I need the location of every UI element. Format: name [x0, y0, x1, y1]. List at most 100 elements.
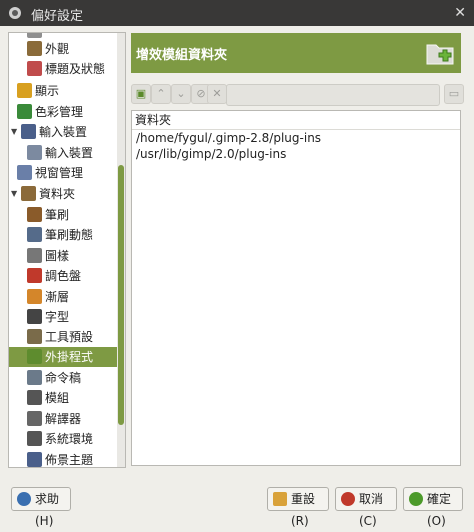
- sidebar-item-label: 命令稿: [45, 371, 82, 385]
- folder-row[interactable]: /usr/lib/gimp/2.0/plug-ins: [132, 146, 460, 162]
- sidebar-item[interactable]: 輸入裝置: [9, 143, 125, 163]
- display-icon: [17, 83, 32, 98]
- sidebar-item-label: 輸入裝置: [39, 125, 88, 139]
- sidebar-item[interactable]: 命令稿: [9, 368, 125, 388]
- input-devices-icon: [21, 124, 36, 139]
- sidebar-item[interactable]: 色彩管理: [9, 102, 125, 122]
- folders-icon: [21, 186, 36, 201]
- add-folder-button[interactable]: ▣: [131, 84, 151, 104]
- title-status-icon: [27, 61, 42, 76]
- font-icon: [27, 309, 42, 324]
- sidebar-item-label: 漸層: [45, 290, 70, 304]
- clear-icon: ✕: [212, 87, 222, 100]
- sidebar-item-label: 顯示: [35, 84, 60, 98]
- tree-scrollbar[interactable]: [117, 33, 125, 467]
- sidebar-item-label: 筆刷動態: [45, 228, 94, 242]
- color-management-icon: [17, 104, 32, 119]
- gradient-icon: [27, 289, 42, 304]
- sidebar-item-label: 外觀: [45, 42, 70, 56]
- input-device-icon: [27, 145, 42, 160]
- sidebar-item[interactable]: 筆刷: [9, 205, 125, 225]
- sidebar-item-label: 解譯器: [45, 412, 82, 426]
- browse-button[interactable]: ▭: [444, 84, 464, 104]
- sidebar-item[interactable]: 調色盤: [9, 266, 125, 286]
- close-icon[interactable]: ✕: [454, 5, 466, 21]
- cancel-button[interactable]: 取消(C): [335, 487, 397, 528]
- reset-icon: [273, 492, 287, 506]
- script-icon: [27, 370, 42, 385]
- sidebar-item-label: 調色盤: [45, 269, 82, 283]
- modules-icon: [27, 390, 42, 405]
- window-titlebar: 偏好設定 ✕: [0, 0, 474, 26]
- cancel-icon: [341, 492, 355, 506]
- browse-icon: ▭: [448, 87, 460, 100]
- themes-icon: [27, 452, 42, 467]
- sidebar-item-label: 系統環境: [45, 432, 94, 446]
- window-management-icon: [17, 165, 32, 180]
- sidebar-item-label: 佈景主題: [45, 453, 94, 467]
- move-down-button[interactable]: ⌄: [171, 84, 191, 104]
- sidebar-item[interactable]: 外觀: [9, 39, 125, 59]
- reset-button[interactable]: 重設(R): [267, 487, 329, 528]
- folder-list[interactable]: 資料夾 /home/fygul/.gimp-2.8/plug-ins /usr/…: [131, 110, 461, 466]
- sidebar-item-label: 模組: [45, 391, 70, 405]
- sidebar-item[interactable]: 模組: [9, 388, 125, 408]
- sidebar-item-label: 外掛程式: [45, 350, 94, 364]
- sidebar-item[interactable]: 視窗管理: [9, 163, 125, 183]
- appearance-icon: [27, 41, 42, 56]
- expander-arrow-icon[interactable]: ▼: [11, 122, 17, 142]
- sidebar-item[interactable]: 佈景主題: [9, 450, 125, 467]
- sidebar-item[interactable]: 解譯器: [9, 409, 125, 429]
- move-up-button[interactable]: ⌃: [151, 84, 171, 104]
- window-title: 偏好設定: [31, 9, 84, 24]
- brush-icon: [27, 207, 42, 222]
- folder-toolbar: ▣ ⌃ ⌄ ⊘ ✕ ▭: [131, 84, 464, 106]
- sidebar-item-label: 輸入裝置: [45, 146, 94, 160]
- sidebar-item[interactable]: 工具預設: [9, 327, 125, 347]
- environment-icon: [27, 431, 42, 446]
- interpreters-icon: [27, 411, 42, 426]
- move-down-icon: ⌄: [176, 87, 186, 100]
- sidebar-item[interactable]: 圖樣: [9, 246, 125, 266]
- move-up-icon: ⌃: [156, 87, 166, 100]
- sidebar-item[interactable]: 字型: [9, 307, 125, 327]
- sidebar-item[interactable]: 標題及狀態: [9, 59, 125, 79]
- sidebar-item[interactable]: ▼ 輸入裝置: [9, 122, 125, 142]
- folder-column-header[interactable]: 資料夾: [132, 111, 460, 130]
- interface-icon: [27, 33, 42, 38]
- tree-scrollbar-thumb[interactable]: [118, 165, 124, 425]
- dynamics-icon: [27, 227, 42, 242]
- help-icon: [17, 492, 31, 506]
- plugin-folder-icon: [426, 44, 454, 65]
- expander-arrow-icon[interactable]: ▼: [11, 184, 17, 204]
- sidebar-item[interactable]: 顯示: [9, 81, 125, 101]
- section-header: 增效模組資料夾: [131, 33, 461, 73]
- clear-button[interactable]: ✕: [207, 84, 227, 104]
- section-title: 增效模組資料夾: [136, 48, 228, 63]
- folder-path-input[interactable]: [226, 84, 440, 106]
- sidebar-item[interactable]: 外掛程式: [9, 347, 125, 367]
- sidebar-item-label: 視窗管理: [35, 166, 84, 180]
- sidebar-item-label: 工具預設: [45, 330, 94, 344]
- sidebar-item[interactable]: ▼ 資料夾: [9, 184, 125, 204]
- preferences-category-tree[interactable]: 外觀 標題及狀態 顯示 色彩管理 ▼ 輸入裝置 輸入裝置 視窗管理 ▼ 資料夾 筆刷 筆刷動態 圖樣 調色…: [8, 32, 126, 468]
- sidebar-item[interactable]: 系統環境: [9, 429, 125, 449]
- tool-presets-icon: [27, 329, 42, 344]
- ok-button[interactable]: 確定(O): [403, 487, 463, 528]
- plugin-icon: [27, 349, 42, 364]
- sidebar-item-label: 筆刷: [45, 208, 70, 222]
- pattern-icon: [27, 248, 42, 263]
- folder-row[interactable]: /home/fygul/.gimp-2.8/plug-ins: [132, 130, 460, 146]
- delete-icon: ⊘: [196, 87, 206, 100]
- sidebar-item-label: 字型: [45, 310, 70, 324]
- sidebar-item-label: 圖樣: [45, 249, 70, 263]
- add-folder-icon: ▣: [135, 87, 147, 100]
- sidebar-item[interactable]: 漸層: [9, 287, 125, 307]
- sidebar-item[interactable]: 筆刷動態: [9, 225, 125, 245]
- palette-icon: [27, 268, 42, 283]
- ok-icon: [409, 492, 423, 506]
- help-button[interactable]: 求助(H): [11, 487, 71, 528]
- sidebar-item-label: 資料夾: [39, 187, 76, 201]
- sidebar-item-label: 色彩管理: [35, 105, 84, 119]
- window-menu-icon[interactable]: [9, 7, 21, 19]
